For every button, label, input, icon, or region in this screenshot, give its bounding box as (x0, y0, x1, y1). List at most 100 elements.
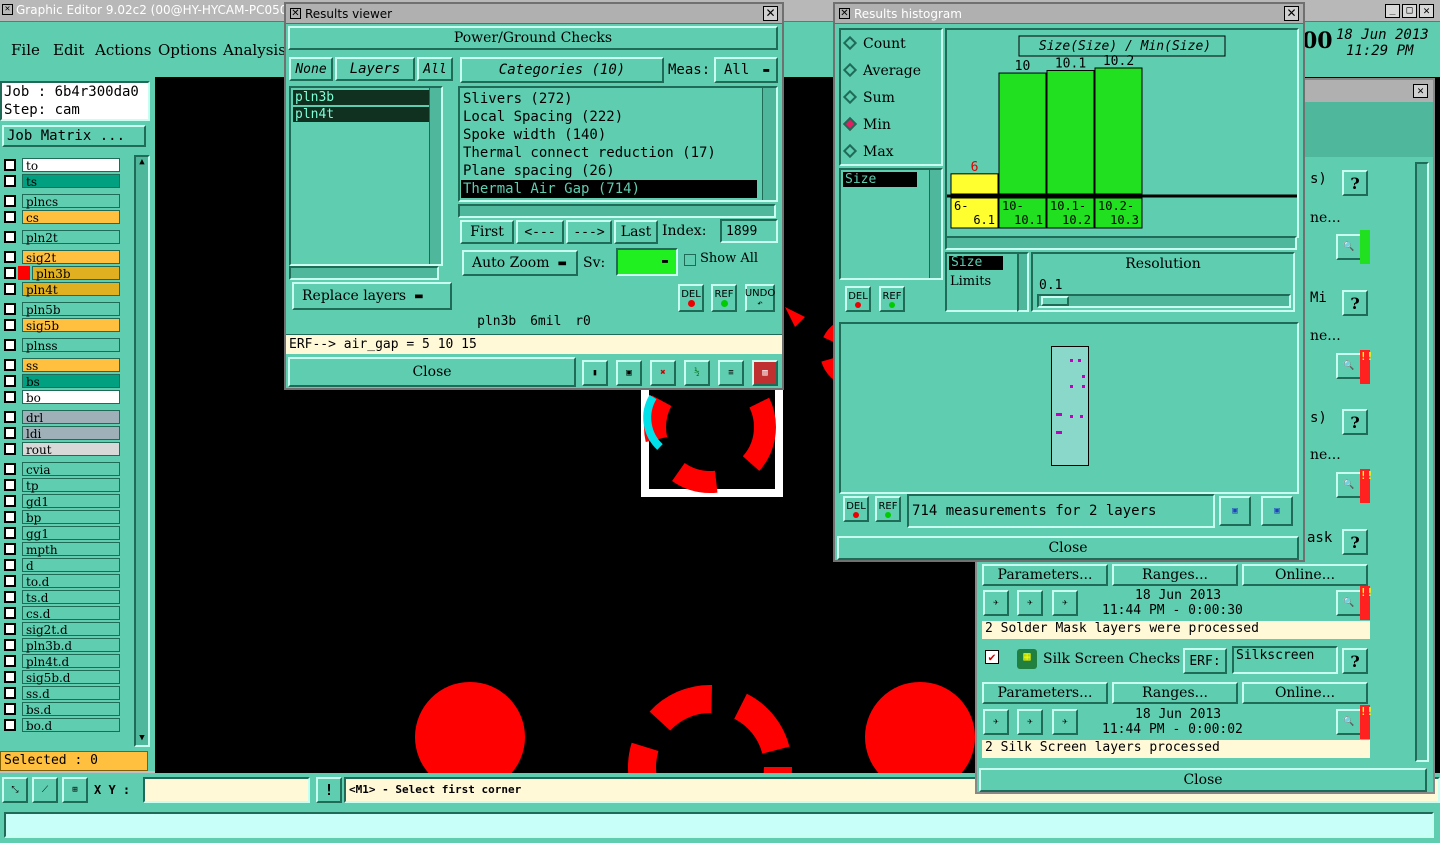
layer-toggle-checkbox[interactable] (4, 575, 16, 587)
layer-row-ts[interactable]: ts (4, 173, 120, 189)
menu-file[interactable]: File (11, 41, 40, 59)
layer-name[interactable]: bo (22, 390, 120, 405)
layer-row-bs.d[interactable]: bs.d (4, 701, 120, 717)
layer-name[interactable]: ts (22, 174, 120, 189)
field-scrollbar[interactable] (929, 170, 941, 278)
layer-row-sig2t[interactable]: sig2t (4, 249, 120, 265)
layer-row-rout[interactable]: rout (4, 441, 120, 457)
layer-row-cs[interactable]: cs (4, 209, 120, 225)
option-min[interactable]: Min (842, 116, 891, 133)
layer-row-sig5b[interactable]: sig5b (4, 317, 120, 333)
layer-toggle-checkbox[interactable] (4, 159, 16, 171)
option-max[interactable]: Max (842, 143, 894, 160)
layer-row-tp[interactable]: tp (4, 477, 120, 493)
layer-toggle-checkbox[interactable] (4, 283, 16, 295)
layer-row-bo[interactable]: bo (4, 389, 120, 405)
category-5[interactable]: Plane spacing (26) (463, 162, 615, 180)
ref-cancel-icon[interactable]: ✖ (650, 360, 676, 386)
maximize-icon[interactable]: □ (1402, 4, 1417, 18)
layer-toggle-checkbox[interactable] (4, 479, 16, 491)
layer-toggle-checkbox[interactable] (4, 703, 16, 715)
layer-row-mpth[interactable]: mpth (4, 541, 120, 557)
layer-name[interactable]: drl (22, 410, 120, 425)
online-frag-2[interactable]: ne... (1310, 328, 1341, 344)
run-icon-5[interactable]: ✈ (1017, 709, 1043, 735)
hist-ref-button-2[interactable]: REF (875, 496, 901, 522)
histogram-close-icon[interactable]: ✕ (1284, 6, 1299, 21)
show-all-checkbox[interactable] (684, 254, 696, 266)
results-close-button[interactable]: Close (288, 357, 576, 387)
layer-toggle-checkbox[interactable] (4, 267, 16, 279)
category-1[interactable]: Slivers (272) (463, 90, 573, 108)
run-icon-6[interactable]: ✈ (1052, 709, 1078, 735)
layer-toggle-checkbox[interactable] (4, 339, 16, 351)
layer-toggle-checkbox[interactable] (4, 687, 16, 699)
layer-toggle-checkbox[interactable] (4, 303, 16, 315)
layer-toggle-checkbox[interactable] (4, 391, 16, 403)
field-size[interactable]: Size (843, 172, 917, 187)
layer-name[interactable]: pln2t (22, 230, 120, 245)
layer-row-d[interactable]: d (4, 557, 120, 573)
next-button[interactable]: ---> (566, 220, 612, 244)
layer-row-pln2t[interactable]: pln2t (4, 229, 120, 245)
layer-name[interactable]: tp (22, 478, 120, 493)
histogram-bar[interactable] (1094, 67, 1143, 195)
report-icon[interactable]: ▮ (582, 360, 608, 386)
layer-name[interactable]: ts.d (22, 590, 120, 605)
grid-icon[interactable]: ⊞ (62, 777, 88, 803)
layer-row-ldi[interactable]: ldi (4, 425, 120, 441)
categories-tab[interactable]: Categories (10) (460, 57, 664, 83)
index-input[interactable] (720, 219, 778, 243)
layer-toggle-checkbox[interactable] (4, 719, 16, 731)
layer-row-drl[interactable]: drl (4, 409, 120, 425)
none-button[interactable]: None (289, 57, 333, 81)
hist-del-button-1[interactable]: DEL (845, 286, 871, 312)
zoom-icon-5[interactable]: 🔍 (1336, 709, 1362, 735)
online-frag-1[interactable]: ne... (1310, 210, 1341, 226)
export-icon-2[interactable]: ▣ (1261, 496, 1293, 526)
online-button-1[interactable]: Online... (1242, 564, 1368, 586)
layer-row-bo.d[interactable]: bo.d (4, 717, 120, 733)
layer-name[interactable]: ss (22, 358, 120, 373)
zoom-area-icon[interactable]: ⟋ (32, 777, 58, 803)
layer-row-plnss[interactable]: plnss (4, 337, 120, 353)
layer-name[interactable]: pln3b.d (22, 638, 120, 653)
layer-name[interactable]: ldi (22, 426, 120, 441)
help-button-1[interactable]: ? (1342, 170, 1368, 196)
layer-toggle-checkbox[interactable] (4, 211, 16, 223)
chart-hscroll[interactable] (945, 236, 1297, 250)
layer-name[interactable]: rout (22, 442, 120, 457)
zoom-icon-1[interactable]: 🔍 (1336, 234, 1362, 260)
check-title-button[interactable]: Power/Ground Checks (288, 26, 778, 50)
online-button-2[interactable]: Online... (1242, 682, 1368, 704)
layer-row-bp[interactable]: bp (4, 509, 120, 525)
option-sum[interactable]: Sum (842, 89, 895, 106)
result-layer-2[interactable]: pln4t (293, 107, 435, 122)
layer-name[interactable]: bs.d (22, 702, 120, 717)
list-icon[interactable]: ≡ (718, 360, 744, 386)
layer-row-sig2t.d[interactable]: sig2t.d (4, 621, 120, 637)
layer-name[interactable]: mpth (22, 542, 120, 557)
sv-select[interactable]: ▬ (616, 248, 678, 276)
layer-name[interactable]: to (22, 158, 120, 173)
layer-name[interactable]: gd1 (22, 494, 120, 509)
silk-erf-field[interactable]: Silkscreen (1232, 646, 1338, 674)
prev-button[interactable]: <--- (516, 220, 564, 244)
layer-toggle-checkbox[interactable] (4, 175, 16, 187)
results-close-icon[interactable]: ✕ (763, 6, 778, 21)
layer-toggle-checkbox[interactable] (4, 623, 16, 635)
layer-toggle-checkbox[interactable] (4, 671, 16, 683)
result-layer-1[interactable]: pln3b (293, 90, 435, 105)
layer-toggle-checkbox[interactable] (4, 411, 16, 423)
layer-row-ss.d[interactable]: ss.d (4, 685, 120, 701)
layers-tab[interactable]: Layers (335, 57, 415, 81)
layer-row-pln5b[interactable]: pln5b (4, 301, 120, 317)
ranges-button-1[interactable]: Ranges... (1112, 564, 1238, 586)
histogram-bar[interactable] (1046, 70, 1095, 195)
help-button-4[interactable]: ? (1342, 529, 1368, 555)
layer-name[interactable]: cvia (22, 462, 120, 477)
del-button[interactable]: DEL (678, 284, 704, 312)
histogram-icon[interactable]: ▥ (752, 360, 778, 386)
layer-name[interactable]: d (22, 558, 120, 573)
category-6-selected[interactable]: Thermal Air Gap (714) (461, 180, 757, 198)
